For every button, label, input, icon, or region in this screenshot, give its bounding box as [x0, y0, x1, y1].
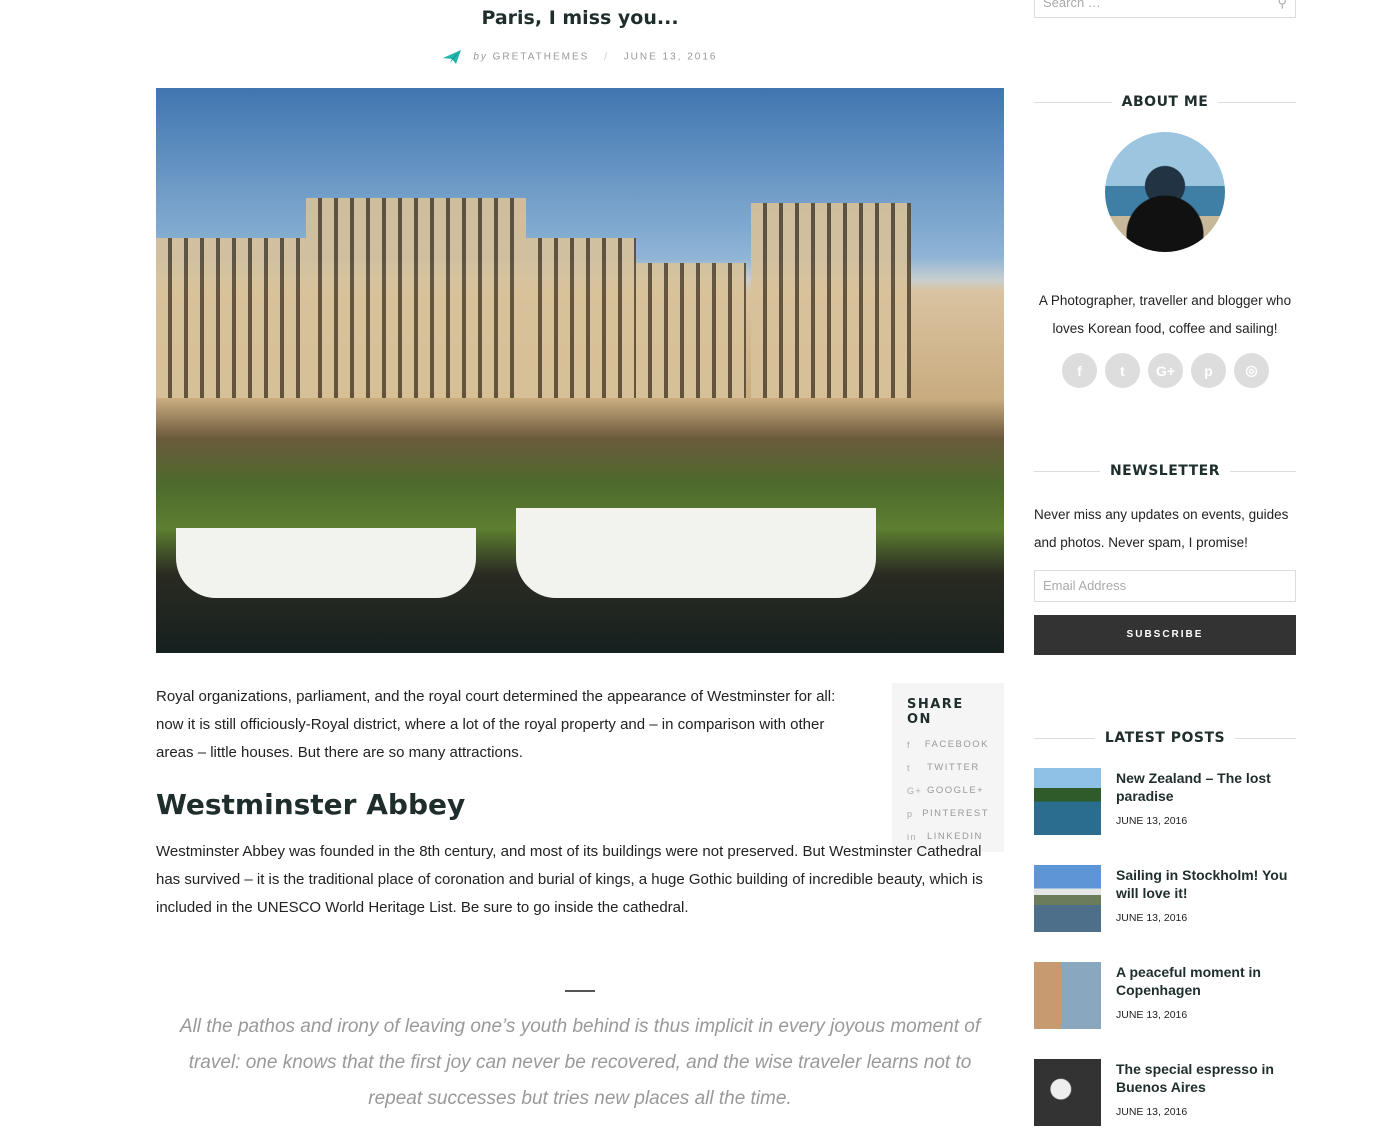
- section-heading: Westminster Abbey: [156, 788, 466, 821]
- search-placeholder: Search …: [1043, 0, 1101, 10]
- pinterest-icon: p: [907, 808, 914, 819]
- hero-image: [156, 88, 1004, 653]
- latest-post[interactable]: The special espresso in Buenos Aires JUNE…: [1034, 1059, 1296, 1126]
- share-google-plus[interactable]: G+ GOOGLE+: [907, 779, 989, 802]
- newsletter-text: Never miss any updates on events, guides…: [1034, 507, 1289, 550]
- paper-plane-icon: [442, 50, 461, 64]
- body-paragraph: Westminster Abbey was founded in the 8th…: [156, 838, 991, 922]
- social-links: f t G+ p ◎: [1062, 353, 1269, 388]
- share-facebook[interactable]: f FACEBOOK: [907, 733, 989, 756]
- post-date: JUNE 13, 2016: [623, 51, 718, 63]
- email-field[interactable]: Email Address: [1034, 570, 1296, 602]
- intro-paragraph: Royal organizations, parliament, and the…: [156, 688, 836, 761]
- share-pinterest[interactable]: p PINTEREST: [907, 802, 989, 825]
- author-link[interactable]: GRETATHEMES: [493, 52, 590, 63]
- post-thumbnail[interactable]: [1034, 865, 1101, 932]
- post-title-link[interactable]: New Zealand – The lost paradise: [1116, 769, 1296, 805]
- twitter-icon[interactable]: t: [1105, 353, 1140, 388]
- instagram-icon[interactable]: ◎: [1234, 353, 1269, 388]
- facebook-icon[interactable]: f: [1062, 353, 1097, 388]
- search-input[interactable]: Search … ⚲: [1034, 0, 1296, 18]
- twitter-icon: t: [907, 762, 912, 773]
- google-plus-icon[interactable]: G+: [1148, 353, 1183, 388]
- share-twitter[interactable]: t TWITTER: [907, 756, 989, 779]
- blockquote: All the pathos and irony of leaving one’…: [179, 1016, 981, 1109]
- pinterest-icon[interactable]: p: [1191, 353, 1226, 388]
- body-text: Westminster Abbey was founded in the 8th…: [156, 843, 983, 916]
- share-label: GOOGLE+: [927, 785, 985, 796]
- post-thumbnail[interactable]: [1034, 768, 1101, 835]
- subscribe-button[interactable]: SUBSCRIBE: [1034, 615, 1296, 655]
- post-title-link[interactable]: Sailing in Stockholm! You will love it!: [1116, 866, 1296, 902]
- newsletter-title-text: NEWSLETTER: [1109, 463, 1221, 479]
- facebook-icon: f: [907, 739, 912, 750]
- share-label: PINTEREST: [922, 808, 989, 819]
- quote-divider: [565, 990, 595, 992]
- google-plus-icon: G+: [907, 785, 923, 796]
- about-title-text: ABOUT ME: [1121, 94, 1209, 110]
- share-label: TWITTER: [927, 762, 980, 773]
- search-icon[interactable]: ⚲: [1277, 0, 1287, 10]
- post-meta: by GRETATHEMES / JUNE 13, 2016: [156, 50, 1004, 64]
- post-title: Paris, I miss you...: [481, 7, 679, 29]
- post-thumbnail[interactable]: [1034, 962, 1101, 1029]
- latest-post[interactable]: A peaceful moment in Copenhagen JUNE 13, …: [1034, 962, 1296, 1029]
- post-title-link[interactable]: A peaceful moment in Copenhagen: [1116, 963, 1296, 999]
- by-label: by: [473, 51, 488, 63]
- newsletter-title: NEWSLETTER: [1034, 461, 1296, 481]
- avatar: [1105, 132, 1225, 252]
- latest-title-text: LATEST POSTS: [1104, 730, 1226, 746]
- post-date: JUNE 13, 2016: [1116, 1106, 1188, 1118]
- share-title: SHARE ON: [907, 697, 964, 727]
- share-box: SHARE ON f FACEBOOK t TWITTER G+ GOOGLE+ pP…: [892, 683, 1004, 852]
- latest-post[interactable]: New Zealand – The lost paradise JUNE 13, …: [1034, 768, 1296, 835]
- about-title: ABOUT ME: [1034, 92, 1296, 112]
- latest-post[interactable]: Sailing in Stockholm! You will love it! J…: [1034, 865, 1296, 932]
- post-date: JUNE 13, 2016: [1116, 912, 1188, 924]
- post-date: JUNE 13, 2016: [1116, 815, 1188, 827]
- about-text: A Photographer, traveller and blogger wh…: [1038, 293, 1292, 336]
- post-thumbnail[interactable]: [1034, 1059, 1101, 1126]
- post-date: JUNE 13, 2016: [1116, 1009, 1188, 1021]
- share-label: FACEBOOK: [924, 739, 989, 750]
- post-title-link[interactable]: The special espresso in Buenos Aires: [1116, 1060, 1296, 1096]
- latest-posts-title: LATEST POSTS: [1034, 728, 1296, 748]
